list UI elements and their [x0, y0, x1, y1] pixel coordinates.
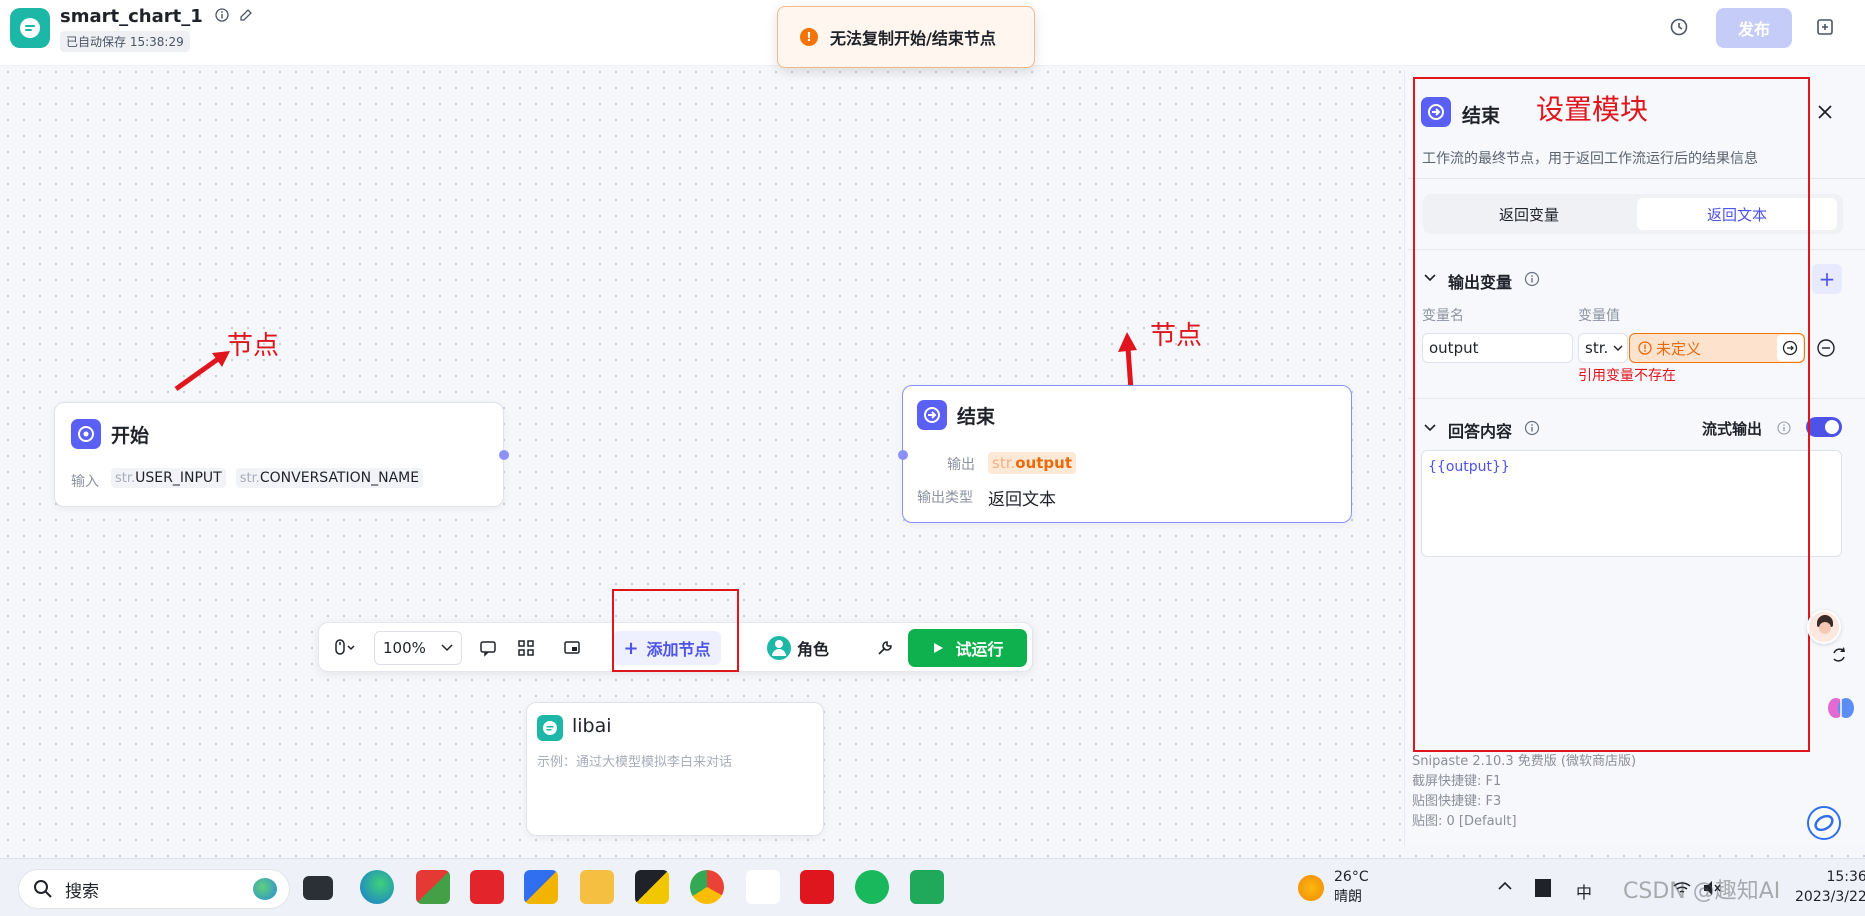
app-icon[interactable] [416, 870, 450, 904]
role-button[interactable]: 角色 [767, 631, 829, 665]
annotation-node-left: 节点 [227, 331, 280, 361]
snipaste-line: Snipaste 2.10.3 免费版 (微软商店版) [1412, 754, 1637, 769]
remove-variable-icon[interactable] [1816, 338, 1836, 358]
layout-icon[interactable] [509, 631, 543, 665]
end-node-type-label: 输出类型 [917, 490, 973, 506]
publish-button[interactable]: 发布 [1716, 8, 1792, 48]
start-node-input-label: 输入 [71, 474, 99, 490]
csdn-watermark: CSDN @趣知AI [1623, 879, 1781, 904]
refresh-icon[interactable] [1830, 646, 1848, 664]
end-node[interactable]: 结束 输出 str.output 输出类型 返回文本 [902, 385, 1352, 523]
libai-desc: 示例：通过大模型模拟李白来对话 [537, 755, 733, 770]
end-node-output-tag: str.output [988, 452, 1077, 474]
snipaste-info: Snipaste 2.10.3 免费版 (微软商店版) 截屏快捷键: F1 贴图… [1412, 752, 1636, 832]
weather-sun-icon [1298, 875, 1324, 901]
zoom-select[interactable]: 100% [374, 631, 462, 665]
role-avatar-icon [767, 636, 791, 660]
brain-icon[interactable] [1826, 694, 1856, 722]
tray-app-icon[interactable] [1535, 879, 1551, 897]
chrome-icon[interactable] [690, 870, 724, 904]
end-node-input-port[interactable] [898, 450, 908, 460]
test-run-button[interactable]: 试运行 [908, 629, 1027, 667]
mouse-mode-icon[interactable] [327, 631, 363, 665]
task-view-icon[interactable] [303, 876, 333, 900]
app-logo [10, 8, 50, 48]
taskbar-search[interactable]: 搜索 [18, 869, 290, 909]
start-node[interactable]: 开始 输入 str.USER_INPUT str.CONVERSATION_NA… [54, 402, 504, 507]
chevron-up-icon[interactable] [1498, 881, 1512, 891]
comment-icon[interactable] [471, 631, 505, 665]
add-variable-button[interactable]: + [1812, 264, 1842, 294]
autosave-status: 已自动保存 15:38:29 [60, 31, 190, 52]
start-node-icon [71, 419, 101, 449]
ms-store-icon[interactable] [524, 870, 558, 904]
clock-time: 15:36 [1826, 869, 1865, 885]
weather-desc: 晴朗 [1334, 889, 1362, 905]
input-tag: str.USER_INPUT [111, 468, 226, 488]
clock-date: 2023/3/22 [1795, 889, 1865, 905]
input-method-icon[interactable]: 中 [1576, 879, 1592, 903]
libai-icon [537, 715, 563, 741]
warning-toast: ! 无法复制开始/结束节点 [777, 6, 1035, 68]
edge-browser-icon[interactable] [360, 870, 394, 904]
play-icon [934, 643, 944, 653]
minimap-icon[interactable] [555, 631, 589, 665]
end-node-title: 结束 [957, 406, 996, 428]
wps-icon[interactable] [800, 870, 834, 904]
search-icon [34, 880, 52, 898]
close-icon[interactable] [1813, 100, 1837, 124]
snipaste-line: 截屏快捷键: F1 [1412, 774, 1502, 789]
edit-icon[interactable] [239, 6, 253, 27]
end-node-type-value: 返回文本 [988, 490, 1056, 510]
search-highlight-icon [253, 878, 277, 900]
wechat-icon[interactable] [855, 870, 889, 904]
windows-taskbar: 搜索 26°C 晴朗 中 CSDN @趣知AI 15:36 2023/3/22 [0, 858, 1865, 916]
start-node-output-port[interactable] [499, 450, 509, 460]
role-label: 角色 [797, 640, 830, 659]
wrench-icon[interactable] [869, 631, 901, 665]
end-node-output-label: 输出 [947, 457, 975, 473]
chevron-down-icon [441, 644, 453, 652]
libai-card[interactable]: libai 示例：通过大模型模拟李白来对话 [526, 702, 824, 836]
history-icon[interactable] [1661, 9, 1697, 45]
input-tag: str.CONVERSATION_NAME [235, 468, 424, 488]
file-explorer-icon[interactable] [580, 870, 614, 904]
annotation-node-right: 节点 [1150, 321, 1203, 351]
snipaste-line: 贴图: 0 [Default] [1412, 814, 1517, 829]
app-icon[interactable] [910, 870, 944, 904]
toast-message: 无法复制开始/结束节点 [830, 29, 996, 48]
app-title: smart_chart_1 [60, 6, 253, 27]
warning-icon: ! [800, 28, 818, 46]
libai-title: libai [572, 715, 612, 737]
annotation-box-add-node [612, 589, 739, 672]
system-clock[interactable]: 15:36 2023/3/22 [1795, 867, 1865, 907]
start-node-title: 开始 [111, 425, 150, 447]
end-node-icon [917, 400, 947, 430]
search-placeholder: 搜索 [65, 881, 99, 902]
start-node-inputs: str.USER_INPUT str.CONVERSATION_NAME [111, 468, 424, 488]
copy-window-icon[interactable] [1807, 9, 1843, 45]
annotation-box-panel [1413, 77, 1810, 752]
stream-output-toggle[interactable] [1806, 417, 1842, 437]
sticky-notes-icon[interactable] [635, 870, 669, 904]
netease-music-icon[interactable] [470, 870, 504, 904]
assistant-avatar[interactable] [1807, 610, 1841, 644]
snipaste-line: 贴图快捷键: F3 [1412, 794, 1502, 809]
info-icon[interactable] [215, 6, 229, 27]
mail-icon[interactable] [746, 870, 780, 904]
zoom-value: 100% [383, 639, 426, 657]
weather-temp: 26°C [1334, 869, 1369, 885]
test-run-label: 试运行 [955, 640, 1004, 659]
weather-widget[interactable]: 26°C 晴朗 [1334, 867, 1369, 907]
app-title-text: smart_chart_1 [60, 6, 203, 27]
assistant-logo-icon[interactable] [1807, 806, 1841, 840]
